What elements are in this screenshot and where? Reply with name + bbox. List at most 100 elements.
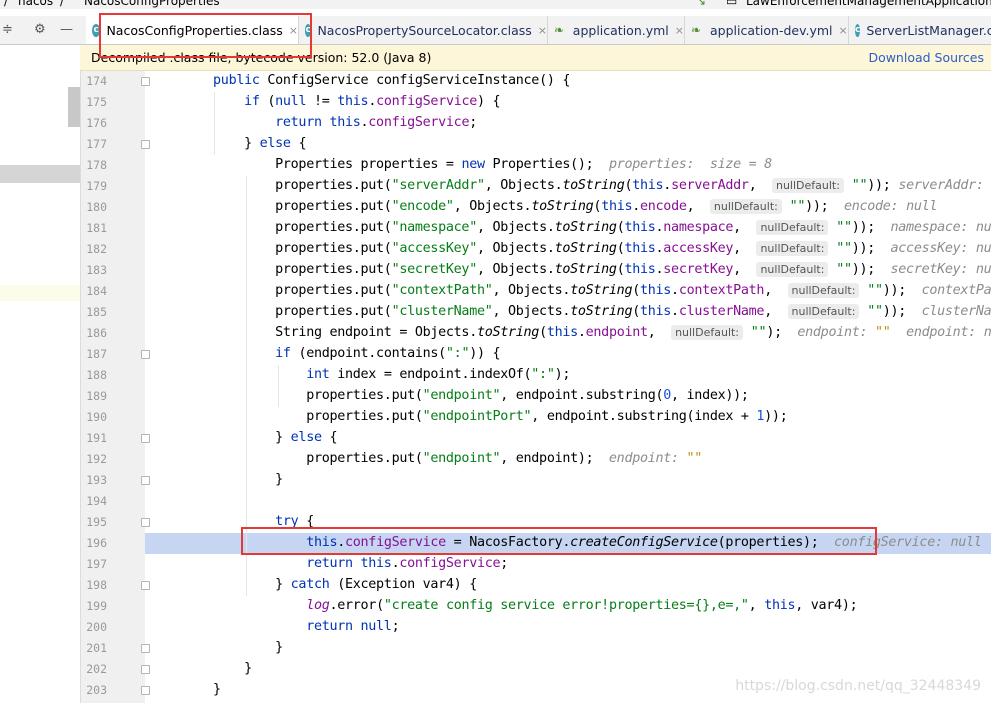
download-sources-link[interactable]: Download Sources	[868, 50, 984, 65]
code-token: ":"	[531, 367, 555, 382]
fold-marker-icon[interactable]	[141, 476, 150, 485]
code-line[interactable]: 193 }	[81, 470, 991, 491]
code-line[interactable]: 176 return this.configService;	[81, 113, 991, 134]
code-text: properties.put("clusterName", Objects.to…	[182, 304, 991, 319]
code-token: ""	[836, 262, 852, 277]
code-line[interactable]: 174 public ConfigService configServiceIn…	[81, 71, 991, 92]
run-config-icon: ▭	[726, 0, 738, 8]
line-number: 182	[86, 242, 107, 256]
code-line[interactable]: 183 properties.put("secretKey", Objects.…	[81, 260, 991, 281]
fold-marker-icon[interactable]	[141, 581, 150, 590]
minimize-icon[interactable]: —	[60, 22, 73, 37]
code-line[interactable]: 196 this.configService = NacosFactory.cr…	[81, 533, 991, 554]
code-token: , Objects.	[476, 262, 555, 277]
code-token: configServiceInstance	[376, 73, 540, 88]
code-line[interactable]: 202 }	[81, 659, 991, 680]
code-line[interactable]: 184 properties.put("contextPath", Object…	[81, 281, 991, 302]
fold-marker-icon[interactable]	[141, 665, 150, 674]
code-token: public	[182, 73, 268, 88]
close-icon[interactable]: ×	[675, 24, 684, 37]
code-line[interactable]: 188 int index = endpoint.indexOf(":");	[81, 365, 991, 386]
code-token: index = endpoint.indexOf(	[337, 367, 532, 382]
code-text: properties.put("endpointPort", endpoint.…	[182, 409, 788, 424]
fold-marker-icon[interactable]	[141, 686, 150, 695]
code-token: 0	[663, 388, 672, 403]
code-line[interactable]: 190 properties.put("endpointPort", endpo…	[81, 407, 991, 428]
code-line[interactable]: 191 } else {	[81, 428, 991, 449]
project-panel	[0, 45, 81, 703]
breadcrumb-folder[interactable]: nacos	[18, 0, 53, 8]
tab-application-dev-yml[interactable]: ❧ application-dev.yml ×	[685, 16, 849, 44]
code-line[interactable]: 201 }	[81, 638, 991, 659]
line-number: 191	[86, 431, 107, 445]
code-line[interactable]: 186 String endpoint = Objects.toString(t…	[81, 323, 991, 344]
code-line[interactable]: 178 Properties properties = new Properti…	[81, 155, 991, 176]
line-number: 201	[86, 641, 107, 655]
tab-server-list-manager[interactable]: c ServerListManager.c	[849, 16, 991, 44]
code-token: ;	[469, 115, 477, 130]
close-icon[interactable]: ×	[289, 24, 298, 37]
close-icon[interactable]: ×	[538, 24, 547, 37]
code-line[interactable]: 187 if (endpoint.contains(":")) {	[81, 344, 991, 365]
class-icon: c	[855, 23, 861, 37]
code-text: } catch (Exception var4) {	[182, 577, 477, 592]
code-token: catch	[290, 577, 338, 592]
code-token: this	[624, 220, 656, 235]
code-line[interactable]: 180 properties.put("encode", Objects.toS…	[81, 197, 991, 218]
code-line[interactable]: 195 try {	[81, 512, 991, 533]
code-line[interactable]: 194	[81, 491, 991, 512]
code-line[interactable]: 175 if (null != this.configService) {	[81, 92, 991, 113]
fold-marker-icon[interactable]	[141, 350, 150, 359]
fold-marker-icon[interactable]	[141, 644, 150, 653]
code-editor[interactable]: 174 public ConfigService configServiceIn…	[81, 71, 991, 703]
inline-value-hint: properties: size = 8	[608, 157, 772, 172]
code-text: properties.put("contextPath", Objects.to…	[182, 283, 991, 298]
code-token: , endpoint);	[500, 451, 609, 466]
fold-marker-icon[interactable]	[141, 518, 150, 527]
line-number: 180	[86, 200, 107, 214]
code-token: namespace	[663, 220, 734, 235]
collapse-all-icon[interactable]: ≑	[2, 22, 13, 37]
code-token: String endpoint = Objects.	[182, 325, 477, 340]
project-selected-row[interactable]	[0, 165, 80, 183]
breadcrumb-separator: /	[4, 0, 9, 8]
code-token: (endpoint.contains(	[298, 346, 446, 361]
code-line[interactable]: 185 properties.put("clusterName", Object…	[81, 302, 991, 323]
code-token: ));	[882, 283, 922, 298]
tab-nacos-config-properties[interactable]: c NacosConfigProperties.class ×	[86, 16, 299, 44]
run-config-name[interactable]: LawEnforcementManagementApplication	[746, 0, 991, 8]
class-icon: c	[92, 23, 101, 37]
breadcrumb-file[interactable]: NacosConfigProperties	[84, 0, 220, 8]
line-number: 202	[86, 662, 107, 676]
close-icon[interactable]: ×	[839, 24, 848, 37]
code-token: "namespace"	[391, 220, 478, 235]
code-line[interactable]: 198 } catch (Exception var4) {	[81, 575, 991, 596]
fold-marker-icon[interactable]	[141, 77, 150, 86]
project-scrollbar-thumb[interactable]	[68, 87, 80, 127]
line-number: 193	[86, 473, 107, 487]
code-line[interactable]: 181 properties.put("namespace", Objects.…	[81, 218, 991, 239]
run-arrow-icon[interactable]: ↘	[696, 0, 706, 8]
code-token: contextPath	[678, 283, 765, 298]
inline-value-hint: namespace: null	[890, 220, 991, 235]
code-line[interactable]: 189 properties.put("endpoint", endpoint.…	[81, 386, 991, 407]
tab-nacos-property-source-locator[interactable]: c NacosPropertySourceLocator.class ×	[299, 16, 548, 44]
code-line[interactable]: 200 return null;	[81, 617, 991, 638]
code-token: ));	[851, 220, 891, 235]
line-number: 199	[86, 599, 107, 613]
code-line[interactable]: 177 } else {	[81, 134, 991, 155]
code-line[interactable]: 197 return this.configService;	[81, 554, 991, 575]
gear-icon[interactable]: ⚙	[34, 22, 46, 37]
code-token: toString	[554, 220, 617, 235]
tab-application-yml[interactable]: ❧ application.yml ×	[548, 16, 685, 44]
code-line[interactable]: 199 log.error("create config service err…	[81, 596, 991, 617]
code-token: return this	[182, 556, 392, 571]
code-token: .	[337, 535, 346, 550]
fold-marker-icon[interactable]	[141, 434, 150, 443]
code-line[interactable]: 182 properties.put("accessKey", Objects.…	[81, 239, 991, 260]
parameter-hint: nullDefault:	[756, 220, 829, 235]
code-line[interactable]: 179 properties.put("serverAddr", Objects…	[81, 176, 991, 197]
code-line[interactable]: 192 properties.put("endpoint", endpoint)…	[81, 449, 991, 470]
fold-marker-icon[interactable]	[141, 140, 150, 149]
code-text: return this.configService;	[182, 556, 508, 571]
